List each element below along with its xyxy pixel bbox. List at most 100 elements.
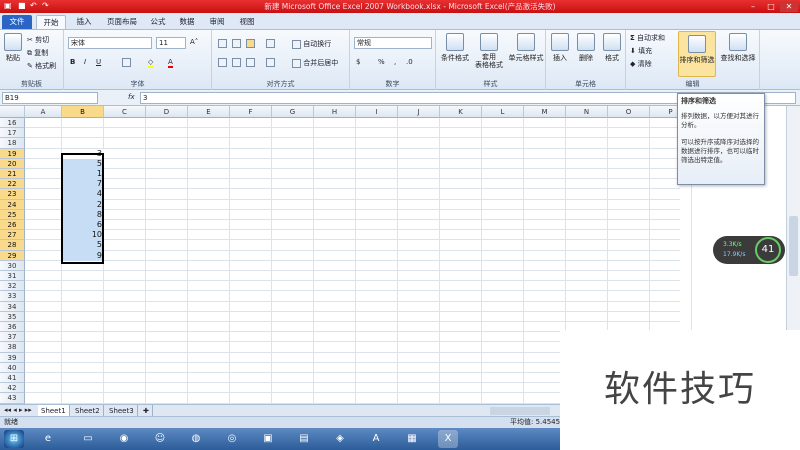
row-header[interactable]: 43 — [0, 393, 25, 404]
scroll-thumb[interactable] — [789, 216, 798, 276]
decrease-indent-icon[interactable] — [266, 58, 275, 67]
chrome-icon[interactable]: ◉ — [114, 430, 134, 448]
minimize-button[interactable]: – — [744, 1, 762, 12]
row-header[interactable]: 38 — [0, 342, 25, 353]
number-format-select[interactable]: 常规 — [354, 37, 432, 49]
explorer-icon[interactable]: ▭ — [78, 430, 98, 448]
increase-decimal-icon[interactable]: .0 — [406, 58, 413, 66]
row-header[interactable]: 29 — [0, 250, 25, 261]
column-header[interactable]: B — [62, 106, 104, 118]
row-header[interactable]: 17 — [0, 128, 25, 139]
font-name-select[interactable]: 宋体 — [68, 37, 152, 49]
row-header[interactable]: 21 — [0, 169, 25, 180]
row-header[interactable]: 39 — [0, 352, 25, 363]
tab-home[interactable]: 开始 — [36, 15, 66, 29]
row-header[interactable]: 35 — [0, 311, 25, 322]
name-box[interactable]: B19 — [2, 92, 98, 104]
start-button-icon[interactable]: ⊞ — [4, 430, 24, 448]
sort-filter-button[interactable]: 排序和筛选 — [678, 31, 716, 77]
tab-data[interactable]: 数据 — [174, 15, 200, 29]
tab-file[interactable]: 文件 — [2, 15, 32, 29]
format-as-table-button[interactable]: 套用 表格格式 — [472, 33, 506, 69]
font-color-icon[interactable]: A — [168, 58, 173, 68]
clear-button[interactable]: ◆ 清除 — [630, 59, 652, 69]
cell-styles-button[interactable]: 单元格样式 — [506, 33, 546, 63]
app2-icon[interactable]: ◎ — [222, 430, 242, 448]
column-header[interactable]: N — [566, 106, 608, 118]
ie-icon[interactable]: e — [38, 430, 58, 448]
folder-icon[interactable]: ▤ — [294, 430, 314, 448]
editor-icon[interactable]: A — [366, 430, 386, 448]
virtualbox-icon[interactable]: ▣ — [258, 430, 278, 448]
fx-icon[interactable]: fx — [128, 93, 135, 101]
paste-button[interactable]: 粘贴 — [2, 33, 24, 63]
column-header[interactable]: M — [524, 106, 566, 118]
column-header[interactable]: D — [146, 106, 188, 118]
percent-icon[interactable]: % — [378, 58, 385, 66]
row-header[interactable]: 32 — [0, 281, 25, 292]
tab-page-layout[interactable]: 页面布局 — [100, 15, 144, 29]
horizontal-scrollbar[interactable] — [490, 407, 550, 415]
qq-icon[interactable]: ☺ — [150, 430, 170, 448]
undo-icon[interactable]: ↶ — [30, 1, 37, 10]
column-header[interactable]: K — [440, 106, 482, 118]
row-header[interactable]: 24 — [0, 199, 25, 210]
excel-icon[interactable]: X — [438, 430, 458, 448]
align-top-icon[interactable] — [218, 39, 227, 48]
align-middle-icon[interactable] — [232, 39, 241, 48]
row-header[interactable]: 18 — [0, 138, 25, 149]
format-painter-button[interactable]: ✎ 格式刷 — [27, 61, 56, 71]
row-header[interactable]: 16 — [0, 118, 25, 129]
row-header[interactable]: 33 — [0, 291, 25, 302]
row-header[interactable]: 19 — [0, 148, 25, 159]
align-right-icon[interactable] — [246, 58, 255, 67]
copy-button[interactable]: ⧉ 复制 — [27, 48, 48, 58]
column-header[interactable]: F — [230, 106, 272, 118]
bold-button[interactable]: B — [70, 58, 75, 66]
row-header[interactable]: 36 — [0, 322, 25, 333]
row-header[interactable]: 34 — [0, 301, 25, 312]
app3-icon[interactable]: ◈ — [330, 430, 350, 448]
row-header[interactable]: 20 — [0, 158, 25, 169]
column-header[interactable]: L — [482, 106, 524, 118]
tab-view[interactable]: 视图 — [234, 15, 260, 29]
wrap-text-button[interactable]: 自动换行 — [292, 39, 331, 49]
merge-center-button[interactable]: 合并后居中 — [292, 58, 338, 68]
cut-button[interactable]: ✂ 剪切 — [27, 35, 49, 45]
app-icon[interactable]: ◍ — [186, 430, 206, 448]
row-header[interactable]: 42 — [0, 383, 25, 394]
close-button[interactable]: ✕ — [780, 1, 798, 12]
redo-icon[interactable]: ↷ — [42, 1, 49, 10]
column-header[interactable]: G — [272, 106, 314, 118]
align-left-icon[interactable] — [218, 58, 227, 67]
grow-font-icon[interactable]: A˄ — [190, 38, 198, 46]
insert-cells-button[interactable]: 插入 — [548, 33, 572, 63]
sheet-nav-icon[interactable]: ◂◂ ◂ ▸ ▸▸ — [4, 406, 32, 414]
italic-button[interactable]: I — [84, 58, 86, 66]
row-header[interactable]: 23 — [0, 189, 25, 200]
column-header[interactable]: A — [25, 106, 62, 118]
row-header[interactable]: 41 — [0, 373, 25, 384]
align-center-icon[interactable] — [232, 58, 241, 67]
row-header[interactable]: 25 — [0, 209, 25, 220]
tab-formulas[interactable]: 公式 — [146, 15, 170, 29]
row-header[interactable]: 26 — [0, 220, 25, 231]
column-header[interactable]: J — [398, 106, 440, 118]
row-header[interactable]: 28 — [0, 240, 25, 251]
align-bottom-icon[interactable] — [246, 39, 255, 48]
column-header[interactable]: I — [356, 106, 398, 118]
row-header[interactable]: 30 — [0, 260, 25, 271]
tab-insert[interactable]: 插入 — [70, 15, 98, 29]
delete-cells-button[interactable]: 删除 — [574, 33, 598, 63]
font-size-select[interactable]: 11 — [156, 37, 186, 49]
format-cells-button[interactable]: 格式 — [600, 33, 624, 63]
fill-button[interactable]: ⬇ 填充 — [630, 46, 652, 56]
autosum-button[interactable]: Σ 自动求和 — [630, 33, 665, 43]
column-header[interactable]: H — [314, 106, 356, 118]
row-header[interactable]: 37 — [0, 332, 25, 343]
column-header[interactable]: E — [188, 106, 230, 118]
select-all-corner[interactable] — [0, 106, 25, 118]
row-header[interactable]: 27 — [0, 230, 25, 241]
comma-icon[interactable]: , — [394, 58, 396, 66]
save-icon[interactable]: ■ — [18, 1, 26, 10]
